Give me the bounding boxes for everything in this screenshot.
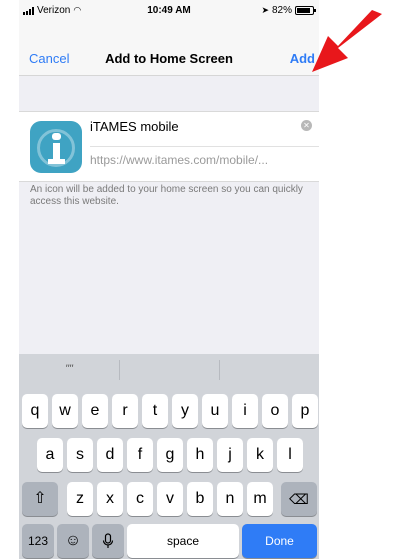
backspace-icon: ⌫ [289,491,309,507]
shift-key[interactable]: ⇧ [22,482,58,516]
space-key[interactable]: space [127,524,239,558]
clear-icon[interactable]: ✕ [301,120,312,131]
location-icon: ➤ [261,5,269,15]
key-n[interactable]: n [217,482,243,516]
key-g[interactable]: g [157,438,183,472]
description-text: An icon will be added to your home scree… [30,184,303,207]
bookmark-card: iTAMES mobile ✕ https://www.itames.com/m… [19,111,319,182]
key-u[interactable]: u [202,394,228,428]
key-x[interactable]: x [97,482,123,516]
prediction-bar: "" [19,354,319,385]
name-field[interactable]: iTAMES mobile [90,119,179,134]
key-t[interactable]: t [142,394,168,428]
key-a[interactable]: a [37,438,63,472]
page-title: Add to Home Screen [105,51,233,66]
key-s[interactable]: s [67,438,93,472]
key-q[interactable]: q [22,394,48,428]
keyboard: "" q w e r t y u i o p a s d f g h j k l… [19,354,319,559]
key-i[interactable]: i [232,394,258,428]
battery-percent: 82% [271,5,292,16]
key-c[interactable]: c [127,482,153,516]
key-p[interactable]: p [292,394,318,428]
backspace-key[interactable]: ⌫ [281,482,317,516]
key-l[interactable]: l [277,438,303,472]
app-icon [30,121,82,173]
red-arrow-annotation [312,10,382,72]
key-f[interactable]: f [127,438,153,472]
key-k[interactable]: k [247,438,273,472]
battery-indicator: ➤ 82% [261,5,316,16]
dictation-key[interactable] [92,524,124,558]
key-d[interactable]: d [97,438,123,472]
status-bar: Verizon ◠ 10:49 AM ➤ 82% [19,0,319,20]
navigation-bar: Cancel Add to Home Screen Add [19,20,319,76]
emoji-key[interactable]: ☺ [57,524,89,558]
key-e[interactable]: e [82,394,108,428]
numbers-key[interactable]: 123 [22,524,54,558]
key-o[interactable]: o [262,394,288,428]
microphone-icon [102,533,114,548]
emoji-icon: ☺ [64,532,82,549]
shift-icon: ⇧ [33,490,47,507]
phone-screen: Verizon ◠ 10:49 AM ➤ 82% Cancel Add to H… [19,0,319,559]
prediction-suggestion[interactable]: "" [19,354,119,385]
key-z[interactable]: z [67,482,93,516]
url-field: https://www.itames.com/mobile/... [90,153,269,167]
key-h[interactable]: h [187,438,213,472]
key-m[interactable]: m [247,482,273,516]
done-key[interactable]: Done [242,524,317,558]
divider [90,146,319,147]
key-b[interactable]: b [187,482,213,516]
key-v[interactable]: v [157,482,183,516]
key-y[interactable]: y [172,394,198,428]
key-w[interactable]: w [52,394,78,428]
key-j[interactable]: j [217,438,243,472]
key-r[interactable]: r [112,394,138,428]
